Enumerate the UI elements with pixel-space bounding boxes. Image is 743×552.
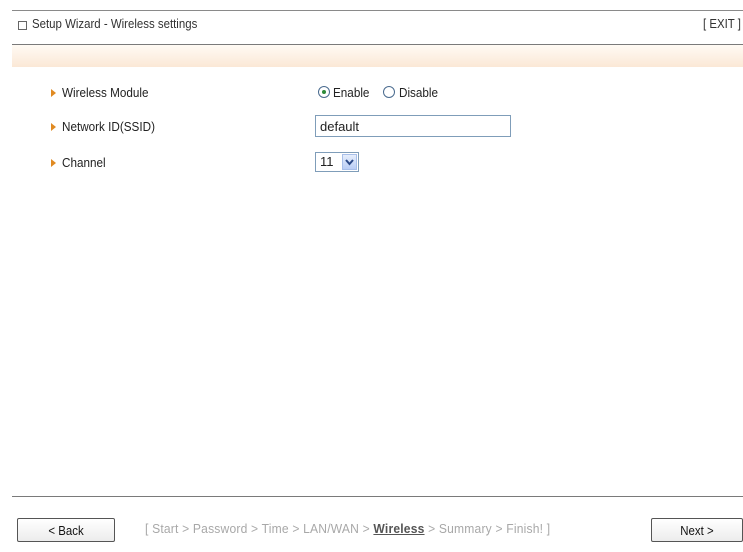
step-start: Start: [152, 521, 179, 536]
step-separator: >: [491, 521, 507, 536]
back-button[interactable]: < Back: [17, 518, 115, 542]
setup-wizard-page: Setup Wizard - Wireless settings [ EXIT …: [0, 0, 743, 552]
next-button[interactable]: Next >: [651, 518, 743, 542]
ssid-row: Network ID(SSID): [0, 115, 743, 137]
step-separator: >: [247, 521, 262, 536]
chevron-down-icon[interactable]: [342, 154, 357, 170]
step-summary: Summary: [438, 521, 492, 536]
channel-row: Channel 11: [0, 151, 743, 173]
step-separator: >: [178, 521, 193, 536]
window-icon: [18, 21, 27, 30]
ssid-input[interactable]: [315, 115, 511, 137]
ssid-label: Network ID(SSID): [62, 119, 155, 134]
page-title: Setup Wizard - Wireless settings: [32, 16, 198, 31]
triangle-right-icon: [51, 159, 56, 167]
step-lanwan: LAN/WAN: [303, 521, 360, 536]
channel-select[interactable]: 11: [315, 152, 359, 172]
steps-close-bracket: ]: [543, 521, 551, 536]
wireless-module-row: Wireless Module Enable Disable: [0, 83, 743, 105]
step-time: Time: [261, 521, 289, 536]
next-button-label: Next >: [680, 522, 714, 538]
channel-label: Channel: [62, 155, 106, 170]
channel-value: 11: [320, 154, 334, 169]
wizard-header: Setup Wizard - Wireless settings [ EXIT …: [12, 11, 743, 44]
enable-radio[interactable]: [318, 86, 330, 98]
step-separator: >: [424, 521, 439, 536]
triangle-right-icon: [51, 89, 56, 97]
disable-radio-label[interactable]: Disable: [399, 85, 438, 100]
step-separator: >: [288, 521, 304, 536]
wireless-module-label: Wireless Module: [62, 85, 149, 100]
enable-radio-label[interactable]: Enable: [333, 85, 369, 100]
step-separator: >: [359, 521, 374, 536]
disable-radio[interactable]: [383, 86, 395, 98]
exit-link[interactable]: [ EXIT ]: [703, 16, 741, 31]
back-button-label: < Back: [48, 522, 84, 538]
step-password: Password: [192, 521, 248, 536]
step-wireless-current: Wireless: [373, 521, 425, 536]
footer-divider: [12, 496, 743, 497]
wizard-steps-breadcrumb: [ Start > Password > Time > LAN/WAN > Wi…: [145, 521, 550, 536]
triangle-right-icon: [51, 123, 56, 131]
steps-open-bracket: [: [145, 521, 153, 536]
header-gradient-band: [12, 45, 743, 67]
step-finish: Finish!: [506, 521, 544, 536]
